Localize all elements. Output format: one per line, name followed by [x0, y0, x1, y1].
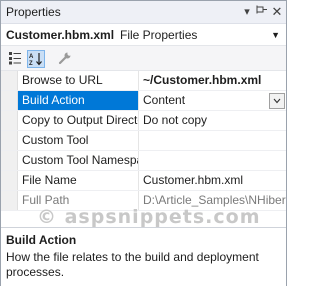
description-title: Build Action	[6, 233, 77, 247]
row-gutter	[1, 151, 18, 170]
svg-text:Z: Z	[29, 61, 33, 66]
alphabetical-sort-icon[interactable]: A Z	[27, 50, 45, 68]
property-value[interactable]	[139, 131, 286, 150]
property-row-browse-to-url[interactable]: Browse to URL ~/Customer.hbm.xml	[1, 71, 286, 91]
property-pages-wrench-icon[interactable]	[56, 49, 74, 67]
row-gutter	[1, 131, 18, 150]
window-dropdown-icon[interactable]: ▾	[239, 4, 255, 20]
property-row-custom-tool-namespace[interactable]: Custom Tool Namespace	[1, 151, 286, 171]
object-selector[interactable]: Customer.hbm.xml File Properties ▼	[1, 24, 286, 46]
description-pane: Build Action How the file relates to the…	[1, 227, 286, 286]
object-type: File Properties	[120, 28, 198, 42]
categorized-icon[interactable]	[6, 49, 24, 67]
chevron-down-icon[interactable]: ▼	[271, 30, 280, 40]
chevron-down-icon[interactable]	[269, 93, 285, 109]
title-bar: Properties ▾ ✕	[1, 1, 286, 24]
property-value[interactable]: Customer.hbm.xml	[139, 171, 286, 190]
row-gutter	[1, 191, 18, 210]
property-row-copy-to-output[interactable]: Copy to Output Directory Do not copy	[1, 111, 286, 131]
svg-text:A: A	[29, 54, 34, 60]
close-icon[interactable]: ✕	[269, 4, 285, 20]
property-row-build-action[interactable]: Build Action Content	[1, 91, 286, 111]
property-value-combo[interactable]: Content	[139, 91, 286, 110]
description-text: How the file relates to the build and de…	[6, 250, 259, 279]
property-row-custom-tool[interactable]: Custom Tool	[1, 131, 286, 151]
row-gutter	[1, 91, 18, 110]
property-grid: Browse to URL ~/Customer.hbm.xml Build A…	[1, 71, 286, 211]
property-name: Custom Tool	[18, 131, 139, 150]
property-name: File Name	[18, 171, 139, 190]
properties-window: Properties ▾ ✕ Customer.hbm.xml File Pro…	[0, 0, 287, 286]
properties-toolbar: A Z	[1, 46, 286, 71]
property-row-file-name[interactable]: File Name Customer.hbm.xml	[1, 171, 286, 191]
watermark: © aspsnippets.com	[37, 206, 261, 228]
pin-icon[interactable]	[254, 4, 270, 20]
object-name: Customer.hbm.xml	[6, 28, 115, 42]
property-name: Copy to Output Directory	[18, 111, 139, 130]
window-title: Properties	[6, 5, 61, 19]
property-value[interactable]	[139, 151, 286, 170]
row-gutter	[1, 71, 18, 90]
property-value: Content	[143, 93, 186, 107]
property-value[interactable]: ~/Customer.hbm.xml	[139, 71, 286, 90]
property-name: Build Action	[18, 91, 139, 110]
property-name: Custom Tool Namespace	[18, 151, 139, 170]
row-gutter	[1, 111, 18, 130]
row-gutter	[1, 171, 18, 190]
property-name: Browse to URL	[18, 71, 139, 90]
property-value[interactable]: Do not copy	[139, 111, 286, 130]
